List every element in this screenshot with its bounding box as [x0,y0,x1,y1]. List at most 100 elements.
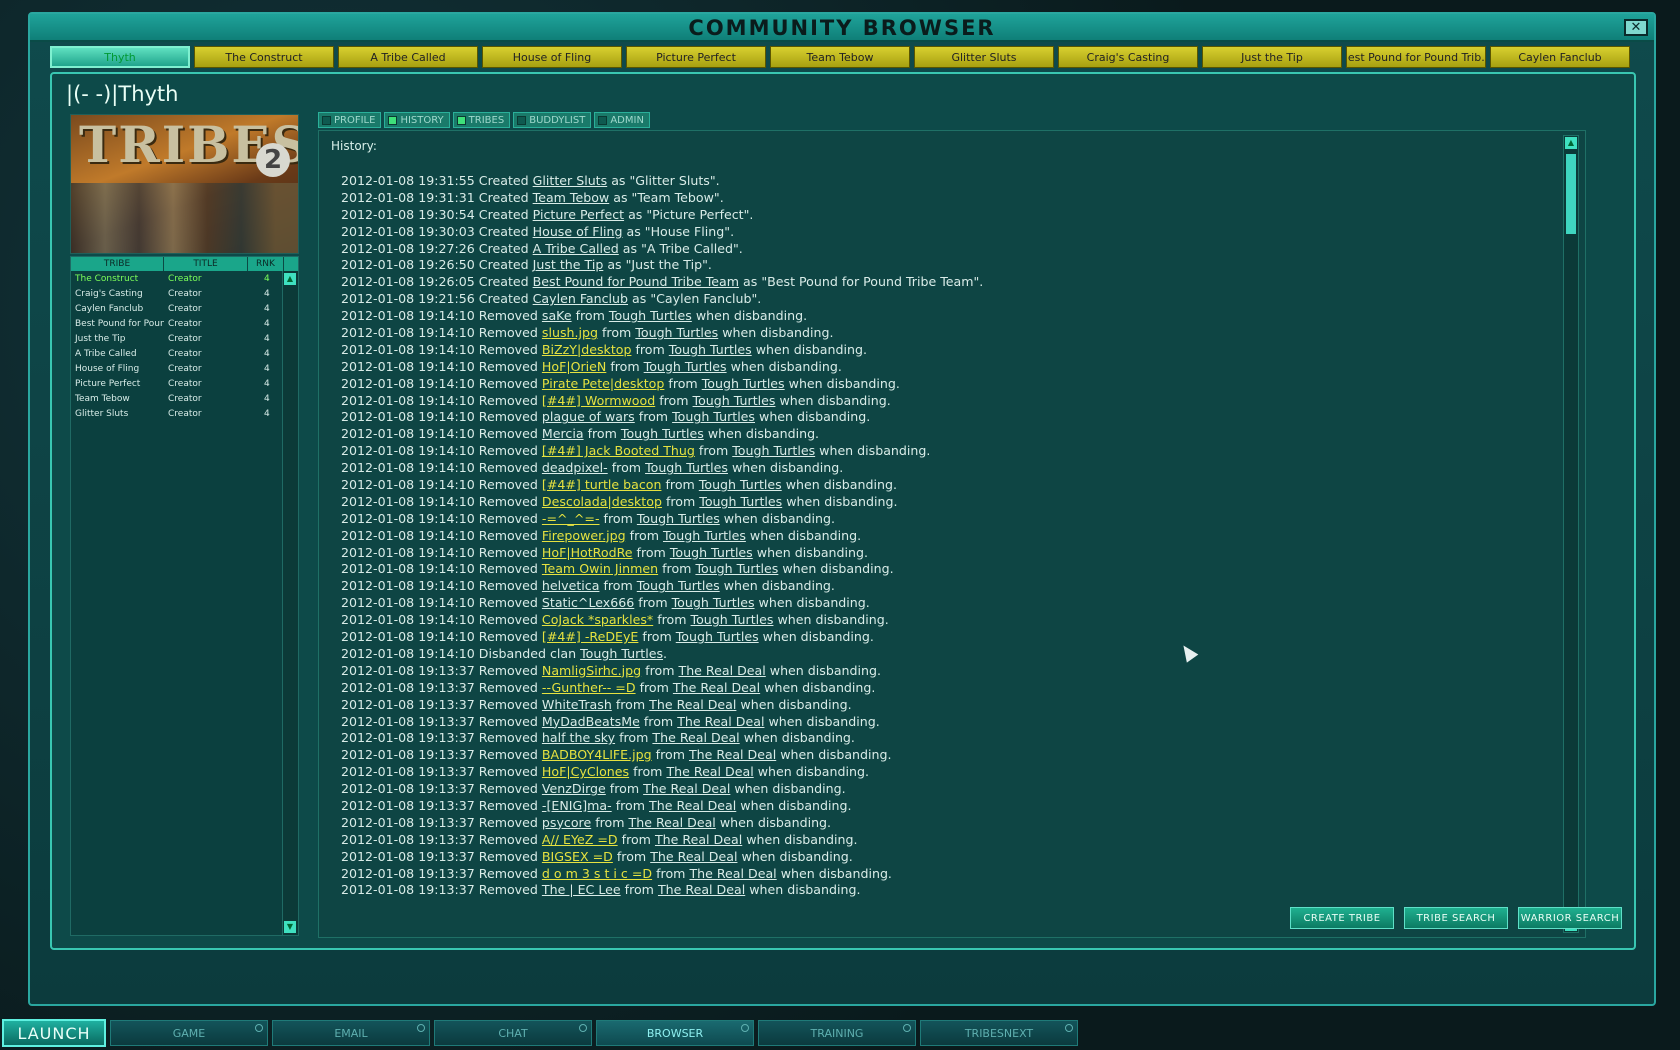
table-row[interactable]: Craig's Casting Creator 4 [71,286,298,301]
subtab-profile[interactable]: PROFILE [318,112,382,128]
tribe-tab[interactable]: Just the Tip [1202,46,1342,68]
entry-name-link[interactable]: -=^_^=- [542,511,600,526]
entry-name-link[interactable]: HoF|OrieN [542,359,606,374]
entry-name-link[interactable]: Picture Perfect [533,207,624,222]
entry-clan-link[interactable]: The Real Deal [658,882,745,897]
entry-clan-link[interactable]: Tough Turtles [699,477,782,492]
entry-name-link[interactable]: HoF|HotRodRe [542,545,633,560]
entry-name-link[interactable]: Team Owin Jinmen [542,561,658,576]
warrior-search-button[interactable]: WARRIOR SEARCH [1518,907,1622,929]
entry-clan-link[interactable]: Tough Turtles [672,409,755,424]
entry-name-link[interactable]: Best Pound for Pound Tribe Team [533,274,739,289]
entry-name-link[interactable]: Mercia [542,426,584,441]
tribe-tab[interactable]: Team Tebow [770,46,910,68]
entry-name-link[interactable]: CoJack *sparkles* [542,612,653,627]
entry-name-link[interactable]: plague of wars [542,409,635,424]
table-row[interactable]: Picture Perfect Creator 4 [71,376,298,391]
table-row[interactable]: Caylen Fanclub Creator 4 [71,301,298,316]
entry-clan-link[interactable]: Tough Turtles [693,393,776,408]
table-row[interactable]: Just the Tip Creator 4 [71,331,298,346]
entry-name-link[interactable]: House of Fling [533,224,623,239]
entry-name-link[interactable]: saKe [542,308,572,323]
tribe-tab[interactable]: Thyth [50,46,190,68]
entry-clan-link[interactable]: Tough Turtles [663,528,746,543]
entry-clan-link[interactable]: The Real Deal [652,730,739,745]
table-row[interactable]: Best Pound for Pound Creator 4 [71,316,298,331]
entry-clan-link[interactable]: Tough Turtles [672,595,755,610]
nav-browser[interactable]: BROWSER [596,1020,754,1046]
tribe-tab[interactable]: Caylen Fanclub [1490,46,1630,68]
column-header-title[interactable]: TITLE [164,257,248,271]
tribe-tab[interactable]: A Tribe Called [338,46,478,68]
table-scrollbar[interactable]: ▲ ▼ [282,271,298,935]
entry-name-link[interactable]: Descolada|desktop [542,494,662,509]
entry-name-link[interactable]: BIGSEX =D [542,849,613,864]
entry-name-link[interactable]: half the sky [542,730,615,745]
entry-name-link[interactable]: d o m 3 s t i c =D [542,866,652,881]
entry-clan-link[interactable]: Tough Turtles [621,426,704,441]
entry-clan-link[interactable]: Tough Turtles [609,308,692,323]
entry-clan-link[interactable]: Tough Turtles [695,561,778,576]
entry-clan-link[interactable]: The Real Deal [643,781,730,796]
entry-name-link[interactable]: helvetica [542,578,600,593]
entry-name-link[interactable]: -[ENIG]ma- [542,798,612,813]
table-row[interactable]: Glitter Sluts Creator 4 [71,406,298,421]
entry-clan-link[interactable]: Tough Turtles [637,578,720,593]
nav-chat[interactable]: CHAT [434,1020,592,1046]
subtab-buddylist[interactable]: BUDDYLIST [513,112,592,128]
entry-clan-link[interactable]: Tough Turtles [676,629,759,644]
nav-training[interactable]: TRAINING [758,1020,916,1046]
entry-name-link[interactable]: A// EYeZ =D [542,832,618,847]
entry-name-link[interactable]: Glitter Sluts [533,173,608,188]
entry-clan-link[interactable]: Tough Turtles [644,359,727,374]
entry-clan-link[interactable]: Tough Turtles [635,325,718,340]
column-header-rank[interactable]: RNK [248,257,284,271]
entry-name-link[interactable]: --Gunther-- =D [542,680,636,695]
entry-name-link[interactable]: The | EC Lee [542,882,621,897]
entry-clan-link[interactable]: Tough Turtles [732,443,815,458]
up-arrow-icon[interactable]: ▲ [1565,137,1577,149]
entry-clan-link[interactable]: The Real Deal [673,680,760,695]
history-scrollbar[interactable]: ▲ ▼ [1563,135,1579,933]
tribe-tab[interactable]: House of Fling [482,46,622,68]
entry-name-link[interactable]: [#4#] Wormwood [542,393,655,408]
launch-button[interactable]: LAUNCH [2,1019,106,1047]
entry-name-link[interactable]: WhiteTrash [542,697,612,712]
entry-clan-link[interactable]: The Real Deal [679,663,766,678]
subtab-history[interactable]: HISTORY [384,112,450,128]
entry-name-link[interactable]: Firepower.jpg [542,528,626,543]
entry-name-link[interactable]: deadpixel- [542,460,608,475]
entry-clan-link[interactable]: The Real Deal [677,714,764,729]
close-icon[interactable]: ✕ [1624,19,1648,36]
entry-clan-link[interactable]: The Real Deal [666,764,753,779]
entry-clan-link[interactable]: The Real Deal [649,798,736,813]
entry-name-link[interactable]: NamligSirhc.jpg [542,663,641,678]
table-row[interactable]: House of Fling Creator 4 [71,361,298,376]
down-arrow-icon[interactable]: ▼ [284,921,296,933]
entry-clan-link[interactable]: The Real Deal [629,815,716,830]
entry-name-link[interactable]: VenzDirge [542,781,606,796]
nav-tribesnext[interactable]: TRIBESNEXT [920,1020,1078,1046]
tribe-tab[interactable]: Picture Perfect [626,46,766,68]
table-row[interactable]: The Construct Creator 4 [71,271,298,286]
entry-name-link[interactable]: [#4#] Jack Booted Thug [542,443,695,458]
entry-name-link[interactable]: [#4#] -ReDEyE [542,629,639,644]
tribe-tab[interactable]: The Construct [194,46,334,68]
entry-name-link[interactable]: BiZzY|desktop [542,342,632,357]
tribe-tab[interactable]: Best Pound for Pound Trib... [1346,46,1486,68]
entry-name-link[interactable]: A Tribe Called [533,241,619,256]
entry-name-link[interactable]: Team Tebow [533,190,610,205]
nav-email[interactable]: EMAIL [272,1020,430,1046]
subtab-tribes[interactable]: TRIBES [452,112,511,128]
column-header-tribe[interactable]: TRIBE [71,257,164,271]
entry-clan-link[interactable]: Tough Turtles [691,612,774,627]
entry-clan-link[interactable]: The Real Deal [649,697,736,712]
entry-name-link[interactable]: BADBOY4LIFE.jpg [542,747,652,762]
entry-clan-link[interactable]: Tough Turtles [699,494,782,509]
up-arrow-icon[interactable]: ▲ [284,273,296,285]
tribe-search-button[interactable]: TRIBE SEARCH [1404,907,1508,929]
nav-game[interactable]: GAME [110,1020,268,1046]
entry-name-link[interactable]: MyDadBeatsMe [542,714,640,729]
entry-clan-link[interactable]: Tough Turtles [637,511,720,526]
create-tribe-button[interactable]: CREATE TRIBE [1290,907,1394,929]
